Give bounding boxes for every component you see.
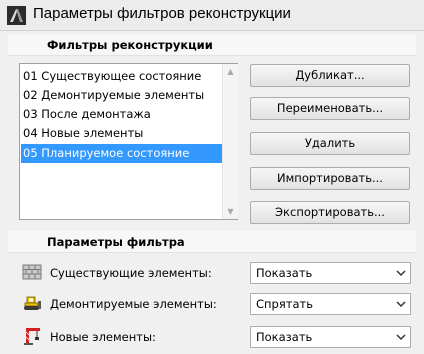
scroll-up-icon[interactable]: ▲: [223, 64, 238, 79]
demolished-elements-value: Спрятать: [256, 297, 313, 311]
new-elements-label: Новые элементы:: [50, 330, 156, 344]
scroll-down-icon[interactable]: ▼: [223, 204, 238, 219]
import-button[interactable]: Импортировать...: [250, 167, 410, 190]
chevron-down-icon: [396, 270, 406, 277]
chevron-down-icon: [396, 334, 406, 341]
params-section-header: Параметры фильтра: [8, 231, 416, 253]
archicad-app-icon: [7, 6, 26, 25]
export-button[interactable]: Экспортировать...: [250, 201, 410, 224]
demolished-elements-label: Демонтируемые элементы:: [50, 297, 217, 311]
filters-section-title: Фильтры реконструкции: [47, 38, 213, 52]
existing-elements-value: Показать: [256, 266, 313, 280]
list-item[interactable]: 03 После демонтажа: [21, 105, 222, 124]
params-section-title: Параметры фильтра: [47, 235, 185, 249]
list-item[interactable]: 04 Новые элементы: [21, 124, 222, 143]
bulldozer-icon: [24, 296, 41, 310]
chevron-down-icon: [396, 301, 406, 308]
window-title: Параметры фильтров реконструкции: [33, 5, 291, 22]
rename-button[interactable]: Переименовать...: [250, 97, 410, 120]
new-elements-value: Показать: [256, 330, 313, 344]
filters-section-header: Фильтры реконструкции: [8, 34, 416, 56]
existing-elements-select[interactable]: Показать: [250, 262, 411, 284]
duplicate-button[interactable]: Дубликат...: [250, 64, 410, 87]
demolished-elements-select[interactable]: Спрятать: [250, 293, 411, 315]
new-elements-select[interactable]: Показать: [250, 326, 411, 348]
existing-elements-label: Существующие элементы:: [50, 266, 212, 280]
filters-listbox[interactable]: 01 Существующее состояние 02 Демонтируем…: [19, 63, 238, 220]
title-bar: Параметры фильтров реконструкции: [0, 0, 424, 31]
crane-icon: [24, 328, 40, 345]
delete-button[interactable]: Удалить: [250, 132, 410, 155]
list-scrollbar[interactable]: ▲ ▼: [222, 64, 238, 219]
list-item-selected[interactable]: 05 Планируемое состояние: [21, 144, 222, 163]
brick-wall-icon: [22, 264, 42, 280]
list-item[interactable]: 01 Существующее состояние: [21, 67, 222, 86]
list-item[interactable]: 02 Демонтируемые элементы: [21, 86, 222, 105]
